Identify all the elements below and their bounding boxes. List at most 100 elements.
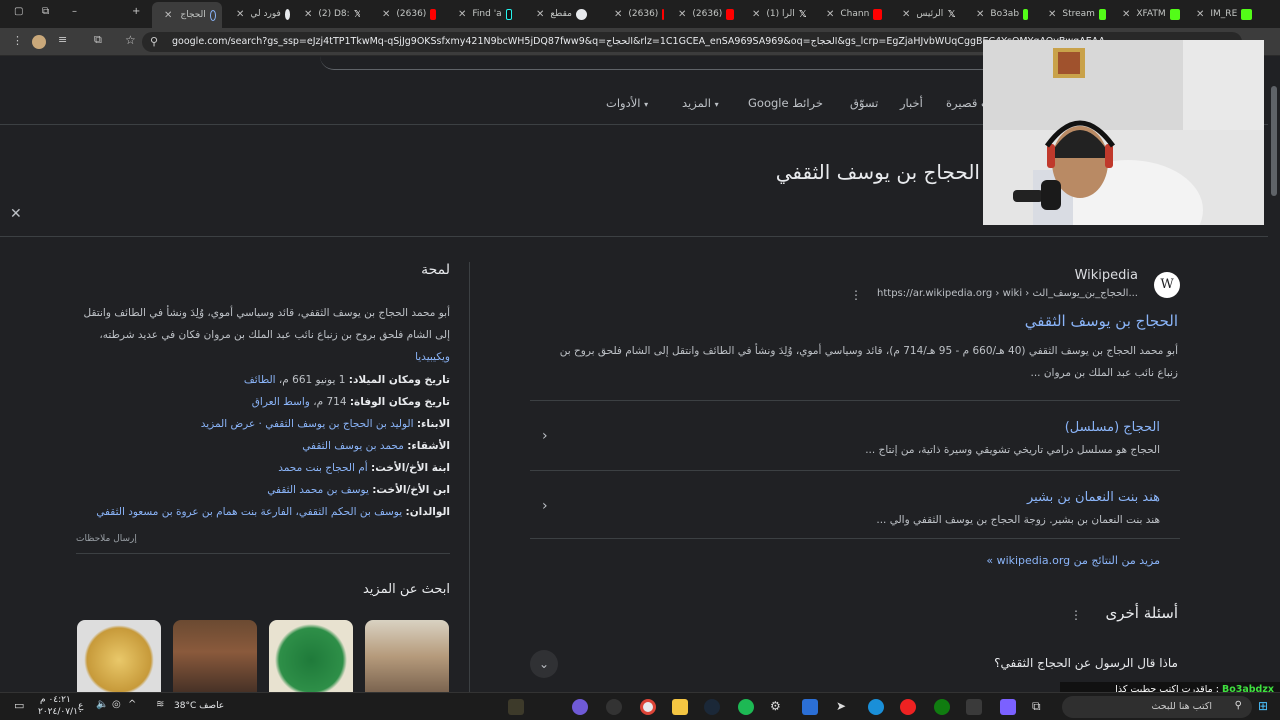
close-tab-icon[interactable]: ✕ [536,9,544,20]
app-icon-1[interactable] [508,699,524,715]
tab[interactable]: ✕ (2636) [608,4,664,24]
tray-expand-icon[interactable]: ^ [128,699,144,715]
tab-shopping[interactable]: تسوّق [850,96,878,110]
folder-icon[interactable] [672,699,688,715]
close-tab-icon[interactable]: ✕ [1048,9,1056,20]
close-tab-icon[interactable]: ✕ [458,9,466,20]
chevron-left-icon[interactable]: ‹ [542,428,548,444]
close-tab-icon[interactable]: ✕ [382,9,390,20]
search-box-edge[interactable] [320,56,1000,70]
fact-link[interactable]: الطائف [244,374,276,386]
thumbnail-portrait-warrior[interactable] [173,620,257,692]
weather-text[interactable]: 38°C عاصف [174,701,224,711]
fact-link[interactable]: أم الحجاج بنت محمد [278,462,367,474]
chrome-icon[interactable] [640,699,656,715]
tab[interactable]: ✕ (2636) [376,4,436,24]
tab[interactable]: ✕ فورد لي [230,4,290,24]
tab[interactable]: ✕ Chann [820,4,882,24]
close-tab-icon[interactable]: ✕ [164,10,172,21]
close-tab-icon[interactable]: ✕ [236,9,244,20]
restore-icon[interactable]: ⧉ [42,6,49,17]
steam-icon[interactable] [704,699,720,715]
subresult-title[interactable]: الحجاج (مسلسل) [1065,420,1160,435]
close-tab-icon[interactable]: ✕ [1122,9,1130,20]
thumbnail-portrait-elder[interactable] [365,620,449,692]
edge-icon[interactable] [868,699,884,715]
tab[interactable]: ✕ (2) D8: 𝕏 [298,4,360,24]
weather-icon[interactable]: ≋ [156,699,172,715]
close-tab-icon[interactable]: ✕ [752,9,760,20]
wikipedia-link[interactable]: ويكيبيديا [415,351,450,363]
subresult-title[interactable]: هند بنت النعمان بن بشير [1027,490,1160,505]
tab[interactable]: ✕ الرئيس 𝕏 [896,4,956,24]
network-icon[interactable]: ◎ [112,699,128,715]
tab-active[interactable]: ✕ الحجاج [152,2,222,28]
close-tab-icon[interactable]: ✕ [304,9,312,20]
fact-link[interactable]: يوسف بن الحكم الثقفي، الفارعة بنت همام ب… [96,506,402,518]
tab-maps[interactable]: خرائط Google [748,96,823,110]
chevron-down-icon[interactable]: ⌄ [530,650,558,678]
settings-icon[interactable]: ⚙ [770,699,786,715]
kick-icon [1023,8,1028,20]
taskbar-search[interactable]: ⚲ اكتب هنا للبحث [1062,696,1252,718]
app-icon-4[interactable] [900,699,916,715]
app-icon-3[interactable]: ➤ [836,699,852,715]
chevron-left-icon[interactable]: ‹ [542,498,548,514]
fact-link[interactable]: واسط العراق [252,396,310,408]
tab[interactable]: ✕ (1) الرا 𝕏 [746,4,806,24]
thumbnail-gold-coin[interactable] [77,620,161,692]
result-site-name[interactable]: Wikipedia [1075,268,1138,283]
app-icon-5[interactable] [966,699,982,715]
spotify-icon[interactable] [738,699,754,715]
feedback-link[interactable]: إرسال ملاحظات [76,534,137,544]
fact-link[interactable]: محمد بن يوسف الثقفي [302,440,404,452]
tab-tools[interactable]: ▾ الأدوات [606,96,648,110]
more-results-link[interactable]: مزيد من النتائج من wikipedia.org » [986,554,1160,567]
taskbar-date: ٢٠٢٤/٠٧/١٠ [38,707,83,717]
notification-icon[interactable]: ▭ [14,699,30,715]
close-tab-icon[interactable]: ✕ [1196,9,1204,20]
tab[interactable]: ✕ Stream [1042,4,1106,24]
tab[interactable]: ✕ IM_RE [1190,4,1252,24]
tab-news[interactable]: أخبار [900,96,923,110]
profile-icon[interactable] [32,35,46,49]
result-url[interactable]: https://ar.wikipedia.org › wiki › الحجاج… [877,288,1138,299]
thumbnail-green-seal[interactable] [269,620,353,692]
photos-icon[interactable] [1000,699,1016,715]
start-icon[interactable]: ⊞ [1258,699,1274,715]
tab[interactable]: ✕ Bo3ab [970,4,1028,24]
bookmark-star-icon[interactable]: ☆ [125,33,136,47]
new-tab-icon[interactable]: + [132,6,140,17]
fact-link[interactable]: يوسف بن محمد الثقفي [267,484,369,496]
tab-search-icon[interactable]: ▢ [14,6,23,17]
result-title[interactable]: الحجاج بن يوسف الثقفي [1025,312,1178,330]
close-tab-icon[interactable]: ✕ [614,9,622,20]
store-icon[interactable] [802,699,818,715]
tab[interactable]: ✕ Find 'a [452,4,512,24]
app-icon-6[interactable]: ⧉ [1032,699,1048,715]
obs-icon[interactable] [606,699,622,715]
xbox-icon[interactable] [934,699,950,715]
minimize-icon[interactable]: – [72,6,77,17]
close-tab-icon[interactable]: ✕ [678,9,686,20]
extensions-icon[interactable]: ⧉ [94,33,102,47]
more-options-icon[interactable]: ⋮ [1070,608,1082,622]
app-icon-2[interactable] [572,699,588,715]
close-tab-icon[interactable]: ✕ [826,9,834,20]
tab[interactable]: ✕ مقطع [530,4,590,24]
volume-icon[interactable]: 🔈 [96,699,112,715]
reading-list-icon[interactable]: ≡ [58,33,67,46]
tab[interactable]: ✕ (2636) [672,4,734,24]
menu-icon[interactable]: ⋮ [12,34,23,47]
more-options-icon[interactable]: ⋮ [850,288,862,302]
close-tab-icon[interactable]: ✕ [902,9,910,20]
scrollbar-thumb[interactable] [1271,86,1277,196]
paa-question[interactable]: ماذا قال الرسول عن الحجاج الثقفي؟ [994,656,1178,670]
fact-link[interactable]: الوليد بن الحجاج بن يوسف الثقفي · عرض ال… [201,418,414,430]
tab-more[interactable]: ▾ المزيد [682,96,719,110]
language-indicator[interactable]: ع [78,701,83,711]
tab[interactable]: ✕ XFATM [1116,4,1180,24]
close-icon[interactable]: ✕ [10,206,22,222]
close-tab-icon[interactable]: ✕ [976,9,984,20]
page-scrollbar[interactable] [1268,56,1280,692]
